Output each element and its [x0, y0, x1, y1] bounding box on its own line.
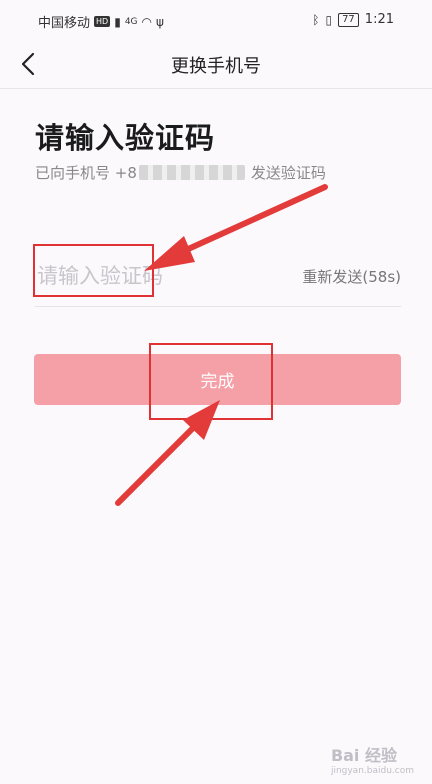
annotation-arrow-to-button: [115, 400, 220, 506]
baidu-watermark: Bai 经验 jingyan.baidu.com: [331, 742, 414, 776]
annotation-arrow-to-input: [144, 184, 328, 271]
watermark-url: jingyan.baidu.com: [330, 766, 414, 776]
annotation-arrows: [115, 184, 328, 506]
watermark-brand: Bai 经验: [330, 746, 397, 765]
